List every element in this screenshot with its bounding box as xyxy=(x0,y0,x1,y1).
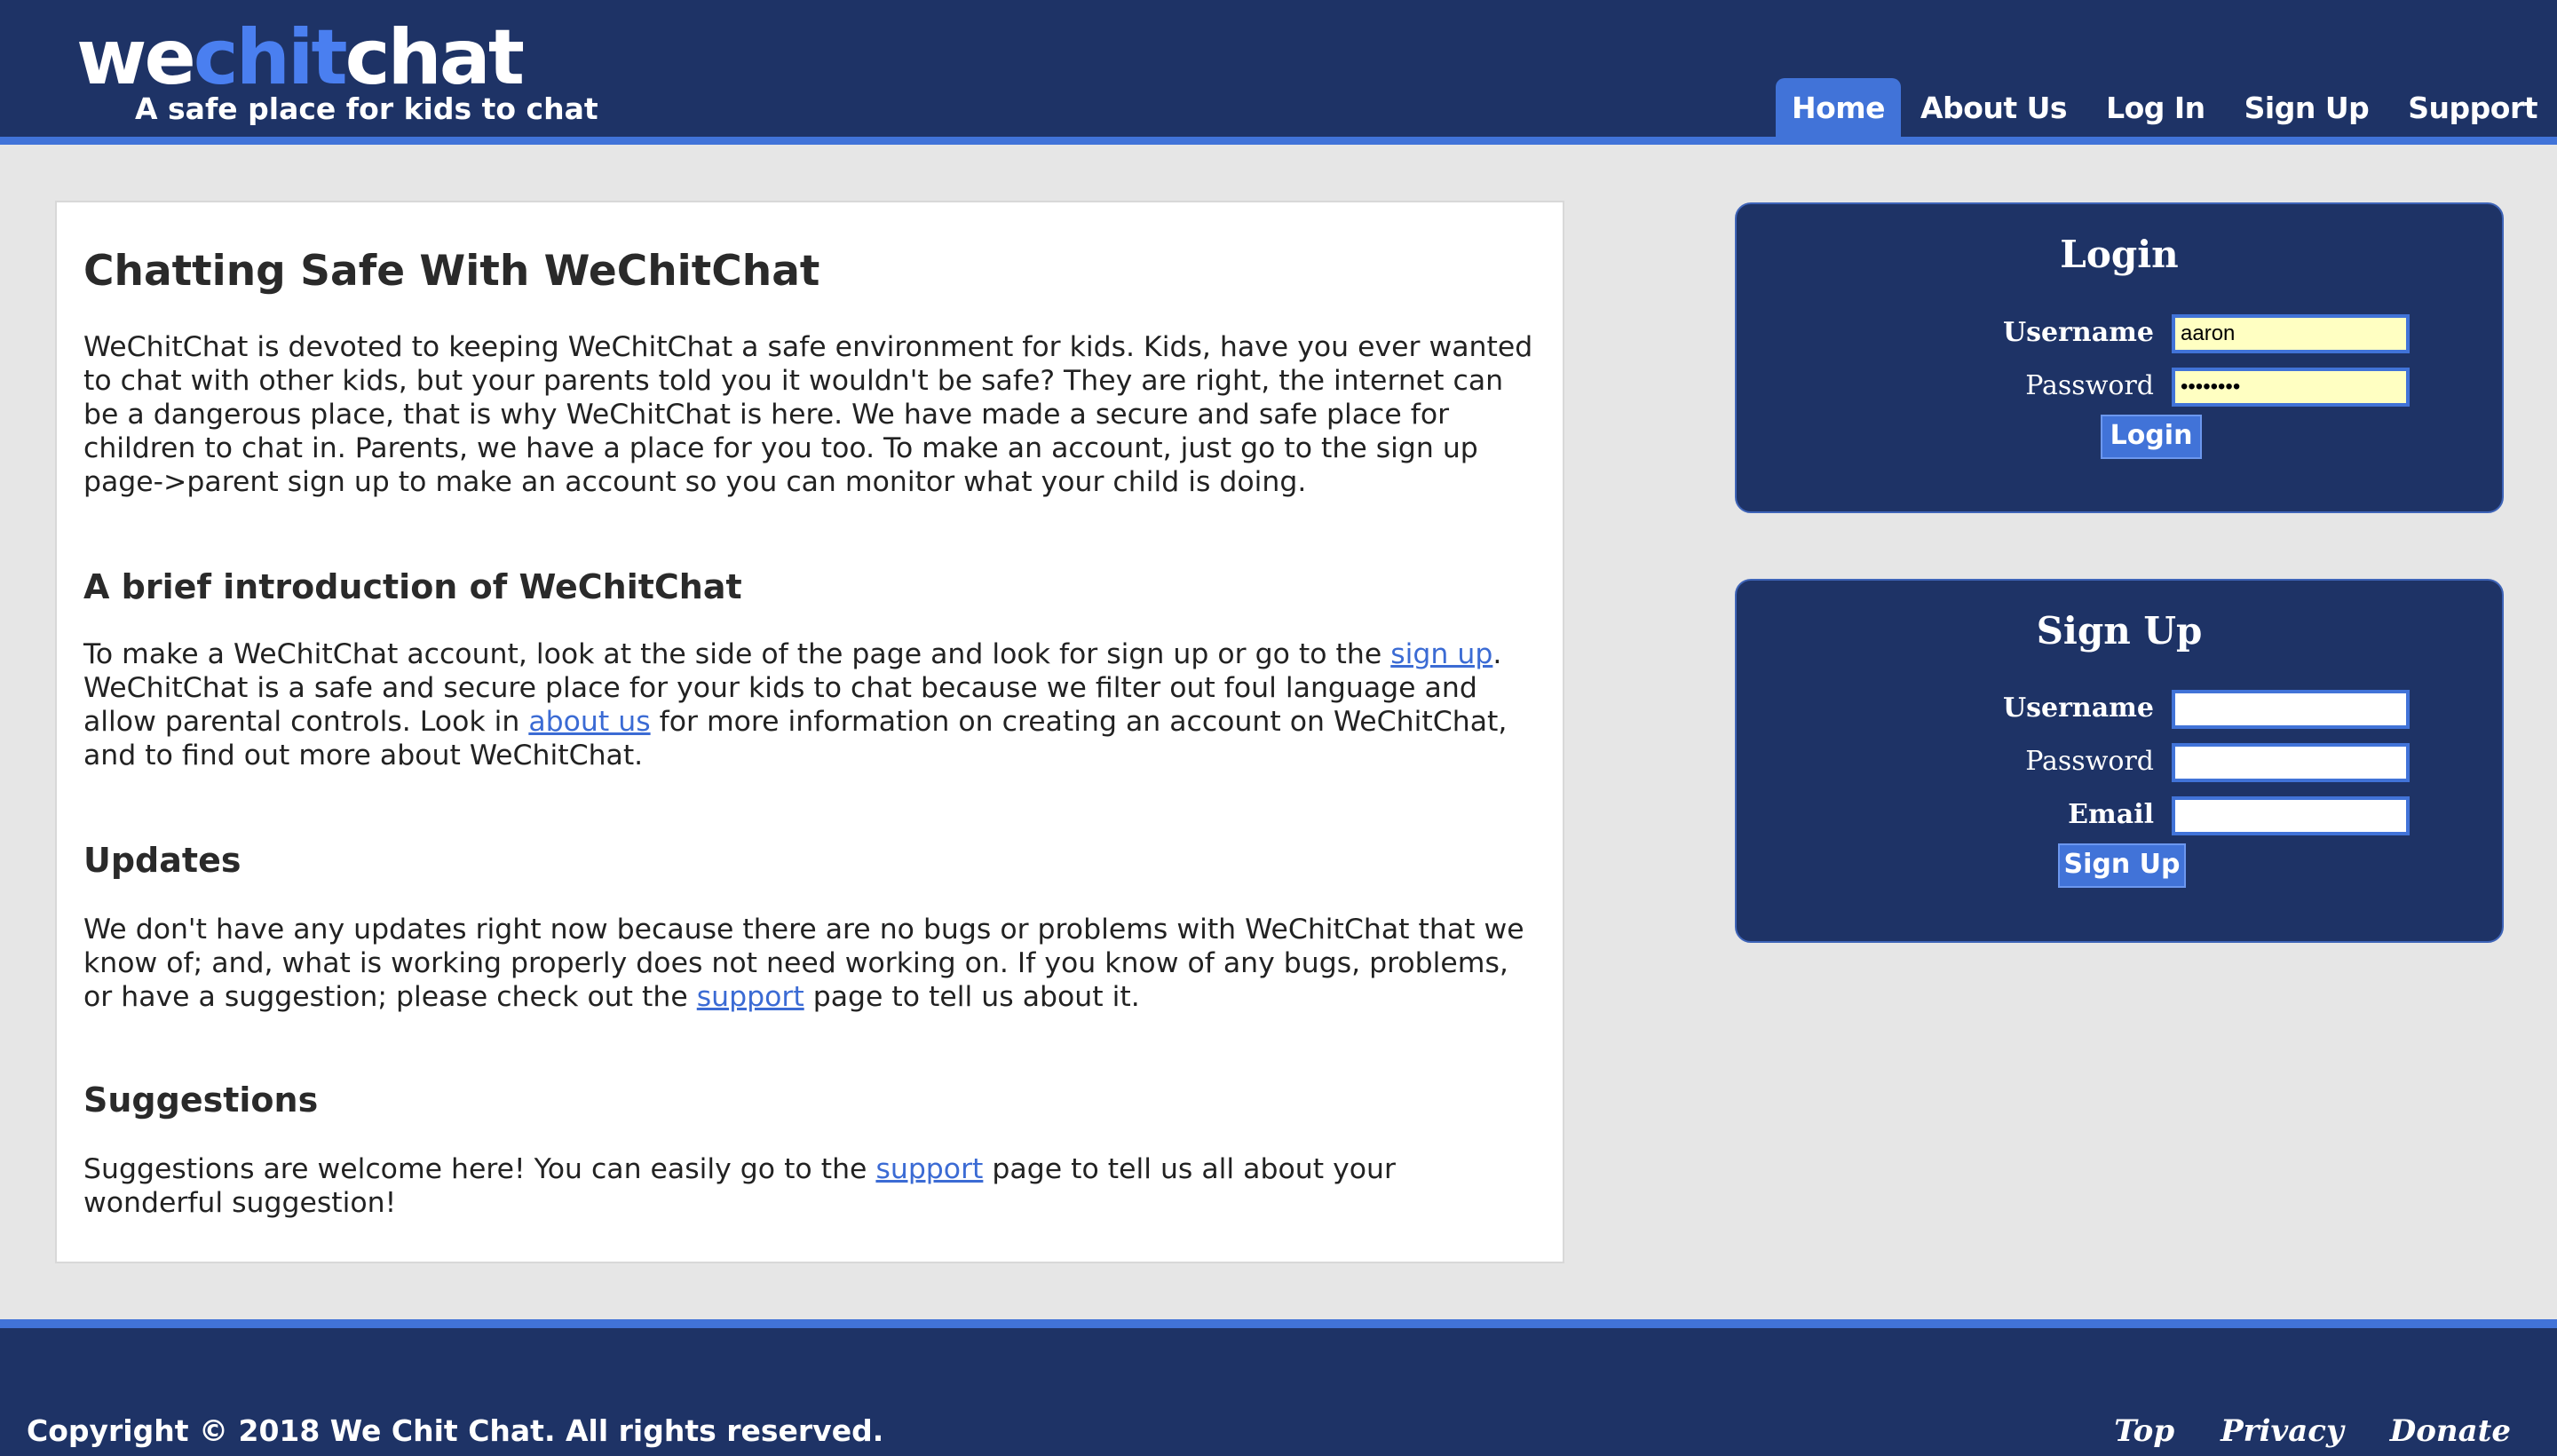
site-logo[interactable]: wechitchat xyxy=(76,20,525,96)
login-title: Login xyxy=(2060,233,2179,276)
copyright-text: Copyright © 2018 We Chit Chat. All right… xyxy=(27,1413,884,1448)
introduction-paragraph: To make a WeChitChat account, look at th… xyxy=(83,637,1540,772)
page-title: Chatting Safe With WeChitChat xyxy=(83,247,820,296)
login-panel: Login Username Password Login xyxy=(1735,202,2504,513)
site-tagline: A safe place for kids to chat xyxy=(135,91,598,126)
login-username-input[interactable] xyxy=(2172,314,2410,353)
signup-password-label: Password xyxy=(2025,746,2154,777)
updates-text-b: page to tell us about it. xyxy=(804,981,1140,1013)
site-footer: Copyright © 2018 We Chit Chat. All right… xyxy=(0,1319,2557,1456)
signup-email-label: Email xyxy=(2068,799,2154,830)
signup-password-input[interactable] xyxy=(2172,743,2410,782)
section-heading-suggestions: Suggestions xyxy=(83,1080,319,1120)
signup-email-input[interactable] xyxy=(2172,796,2410,835)
footer-link-privacy[interactable]: Privacy xyxy=(2221,1413,2344,1449)
main-article: Chatting Safe With WeChitChat WeChitChat… xyxy=(55,201,1564,1263)
logo-part-we: we xyxy=(76,13,196,102)
logo-part-chat: chat xyxy=(344,13,525,102)
nav-home[interactable]: Home xyxy=(1775,78,1902,137)
signup-title: Sign Up xyxy=(2036,609,2203,653)
login-password-input[interactable] xyxy=(2172,368,2410,407)
login-username-label: Username xyxy=(2002,317,2154,348)
suggestions-text-a: Suggestions are welcome here! You can ea… xyxy=(83,1153,876,1185)
introduction-text-a: To make a WeChitChat account, look at th… xyxy=(83,638,1391,670)
nav-support[interactable]: Support xyxy=(2388,78,2557,137)
support-link-updates[interactable]: support xyxy=(697,981,804,1013)
nav-about-us[interactable]: About Us xyxy=(1901,78,2086,137)
login-button[interactable]: Login xyxy=(2101,415,2202,459)
footer-link-top[interactable]: Top xyxy=(2114,1413,2174,1449)
about-us-link[interactable]: about us xyxy=(528,706,650,738)
section-heading-introduction: A brief introduction of WeChitChat xyxy=(83,567,742,606)
sign-up-link[interactable]: sign up xyxy=(1390,638,1492,670)
signup-username-input[interactable] xyxy=(2172,690,2410,729)
support-link-suggestions[interactable]: support xyxy=(875,1153,983,1185)
nav-log-in[interactable]: Log In xyxy=(2086,78,2225,137)
suggestions-paragraph: Suggestions are welcome here! You can ea… xyxy=(83,1152,1540,1220)
logo-part-chit: chit xyxy=(193,13,348,102)
login-password-label: Password xyxy=(2025,370,2154,401)
main-nav: Home About Us Log In Sign Up Support xyxy=(1775,78,2557,137)
intro-paragraph: WeChitChat is devoted to keeping WeChitC… xyxy=(83,331,1533,498)
signup-panel: Sign Up Username Password Email Sign Up xyxy=(1735,579,2504,943)
footer-links: Top Privacy Donate xyxy=(2114,1413,2511,1449)
signup-button[interactable]: Sign Up xyxy=(2058,843,2186,888)
section-heading-updates: Updates xyxy=(83,841,241,880)
site-header: wechitchat A safe place for kids to chat… xyxy=(0,0,2557,145)
nav-sign-up[interactable]: Sign Up xyxy=(2225,78,2389,137)
signup-username-label: Username xyxy=(2002,692,2154,724)
footer-link-donate[interactable]: Donate xyxy=(2390,1413,2511,1449)
updates-paragraph: We don't have any updates right now beca… xyxy=(83,913,1540,1014)
